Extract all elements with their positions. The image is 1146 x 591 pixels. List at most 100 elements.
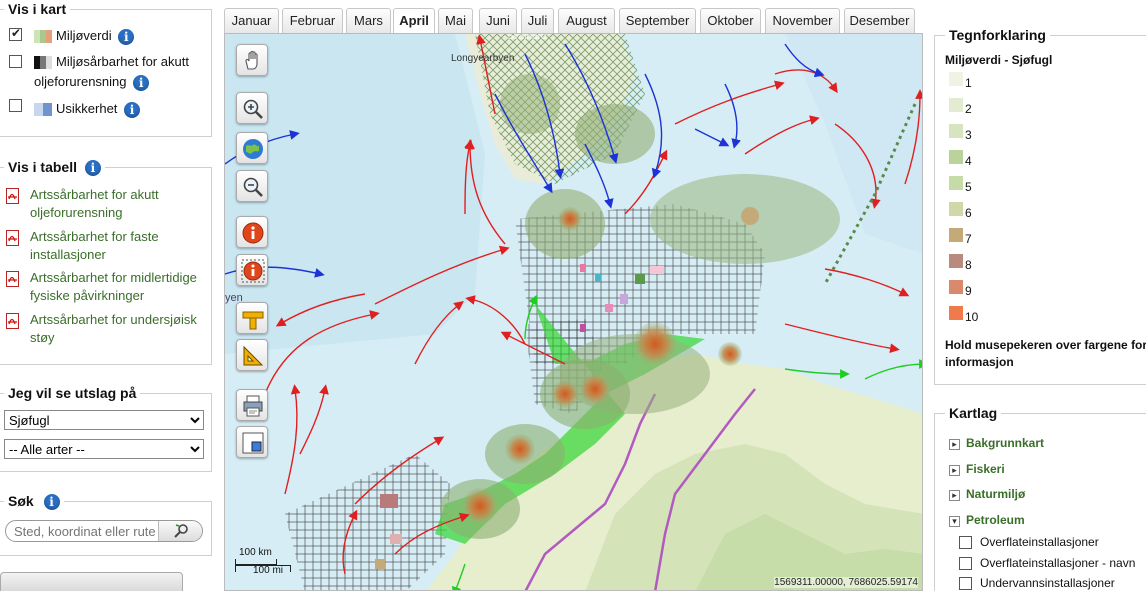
value-area bbox=[575, 104, 655, 164]
usikkerhet-checkbox[interactable] bbox=[9, 99, 22, 112]
info-icon bbox=[242, 222, 264, 244]
printer-icon bbox=[243, 395, 263, 417]
ruler-icon bbox=[242, 311, 264, 330]
tab-oktober[interactable]: Oktober bbox=[700, 8, 761, 33]
bottom-button[interactable] bbox=[0, 572, 183, 591]
kartlag-group-label: Fiskeri bbox=[966, 462, 1005, 476]
expand-icon: ▸ bbox=[949, 439, 960, 450]
tab-desember[interactable]: Desember bbox=[844, 8, 915, 33]
tab-april[interactable]: April bbox=[393, 8, 435, 34]
sok-title-text: Søk bbox=[8, 493, 34, 509]
kartlag-group-naturmiljo[interactable]: ▸ Naturmiljø bbox=[949, 487, 1025, 501]
species-group-select[interactable]: Sjøfugl bbox=[4, 410, 204, 430]
hand-icon bbox=[245, 50, 258, 70]
measure-distance-tool[interactable] bbox=[236, 302, 268, 334]
zoom-out-icon bbox=[243, 177, 263, 197]
pdf-link-midlertidige[interactable]: Artssårbarhet for midlertidige fysiske p… bbox=[6, 269, 206, 305]
legend-swatch[interactable] bbox=[949, 176, 963, 190]
pan-tool[interactable] bbox=[236, 44, 268, 76]
usikkerhet-label: Usikkerhet bbox=[56, 101, 118, 116]
vis-i-kart-panel: Vis i kart Miljøverdi i Miljøsårbarhet f… bbox=[0, 1, 212, 137]
overview-map-tool[interactable] bbox=[236, 426, 268, 458]
layer-overflateinstallasjoner-navn[interactable]: Overflateinstallasjoner - navn bbox=[959, 556, 1136, 571]
info-icon[interactable]: i bbox=[84, 160, 101, 177]
info-icon[interactable]: i bbox=[124, 101, 141, 118]
layer-undervannsinstallasjoner[interactable]: Undervannsinstallasjoner bbox=[959, 576, 1115, 591]
usikkerhet-row: Usikkerhet i bbox=[34, 99, 141, 119]
tab-januar[interactable]: Januar bbox=[224, 8, 279, 33]
hotspot bbox=[558, 207, 582, 231]
pdf-link-faste[interactable]: Artssårbarhet for faste installasjoner bbox=[6, 228, 206, 264]
cell bbox=[595, 274, 601, 282]
measure-area-tool[interactable] bbox=[236, 339, 268, 371]
kartlag-group-label: Petroleum bbox=[966, 513, 1025, 527]
miljosarbarhet-row: Miljøsårbarhet for akutt oljeforurensnin… bbox=[34, 52, 206, 92]
legend-label: 4 bbox=[965, 154, 972, 168]
cell bbox=[380, 494, 398, 508]
search-button[interactable] bbox=[158, 521, 202, 541]
legend-swatch[interactable] bbox=[949, 306, 963, 320]
identify-tool[interactable] bbox=[236, 216, 268, 248]
tab-februar[interactable]: Februar bbox=[282, 8, 343, 33]
search-icon bbox=[173, 524, 188, 538]
legend-swatch[interactable] bbox=[949, 280, 963, 294]
print-tool[interactable] bbox=[236, 389, 268, 421]
layer-checkbox[interactable] bbox=[959, 557, 972, 571]
kartlag-group-petroleum[interactable]: ▾ Petroleum bbox=[949, 513, 1025, 527]
info-icon[interactable]: i bbox=[118, 28, 135, 45]
tab-juni[interactable]: Juni bbox=[479, 8, 517, 33]
layer-checkbox[interactable] bbox=[959, 577, 972, 591]
tab-juli[interactable]: Juli bbox=[521, 8, 554, 33]
legend-swatch[interactable] bbox=[949, 98, 963, 112]
pdf-link-akutt[interactable]: Artssårbarhet for akutt oljeforurensning bbox=[6, 186, 206, 222]
kartlag-group-fiskeri[interactable]: ▸ Fiskeri bbox=[949, 462, 1005, 476]
tab-mars[interactable]: Mars bbox=[346, 8, 391, 33]
layer-overflateinstallasjoner[interactable]: Overflateinstallasjoner bbox=[959, 535, 1099, 550]
place-label-longyearbyen: Longyearbyen bbox=[451, 53, 515, 64]
legend-swatch[interactable] bbox=[949, 254, 963, 268]
map-view[interactable]: Svalbard Longyearbyen yen 100 km 100 mi … bbox=[224, 33, 923, 591]
search-input[interactable] bbox=[14, 523, 164, 539]
identify-area-tool[interactable] bbox=[236, 254, 268, 286]
tab-november[interactable]: November bbox=[765, 8, 840, 33]
layer-checkbox[interactable] bbox=[959, 536, 972, 550]
cell bbox=[650, 266, 664, 274]
zoom-in-tool[interactable] bbox=[236, 92, 268, 124]
expand-icon: ▸ bbox=[949, 490, 960, 501]
miljoverdi-checkbox[interactable] bbox=[9, 26, 22, 41]
species-select[interactable]: -- Alle arter -- bbox=[4, 439, 204, 459]
map-canvas[interactable] bbox=[225, 34, 923, 591]
legend-label: 8 bbox=[965, 258, 972, 272]
pdf-link-stoy[interactable]: Artssårbarhet for undersjøisk støy bbox=[6, 311, 206, 347]
legend-label: 6 bbox=[965, 206, 972, 220]
info-icon[interactable]: i bbox=[43, 494, 60, 511]
miljosarbarhet-checkbox[interactable] bbox=[9, 55, 22, 68]
layer-label: Overflateinstallasjoner - navn bbox=[980, 556, 1136, 570]
legend-swatch[interactable] bbox=[949, 202, 963, 216]
vis-i-tabell-title: Vis i tabell i bbox=[4, 159, 105, 177]
kartlag-panel: Kartlag ▸ Bakgrunnkart ▸ Fiskeri ▸ Naturmil… bbox=[934, 405, 1146, 591]
coordinate-readout: 1569311.00000, 7686025.59174 bbox=[774, 577, 918, 588]
legend-hint: Hold musepekeren over fargene for inform… bbox=[945, 338, 1146, 369]
tab-september[interactable]: September bbox=[619, 8, 696, 33]
legend-swatch[interactable] bbox=[949, 124, 963, 138]
utslag-title: Jeg vil se utslag på bbox=[4, 385, 141, 401]
full-extent-tool[interactable] bbox=[236, 132, 268, 164]
pdf-icon bbox=[6, 313, 19, 329]
pdf-icon bbox=[6, 230, 19, 246]
kartlag-group-bakgrunnkart[interactable]: ▸ Bakgrunnkart bbox=[949, 436, 1044, 450]
hotspot bbox=[579, 373, 611, 405]
legend-swatch[interactable] bbox=[949, 228, 963, 242]
info-icon[interactable]: i bbox=[133, 74, 150, 91]
legend-swatch[interactable] bbox=[949, 72, 963, 86]
zoom-out-tool[interactable] bbox=[236, 170, 268, 202]
vis-i-tabell-title-text: Vis i tabell bbox=[8, 159, 77, 175]
legend-label: 1 bbox=[965, 76, 972, 90]
legend-swatch[interactable] bbox=[949, 150, 963, 164]
tab-mai[interactable]: Mai bbox=[438, 8, 473, 33]
tab-august[interactable]: August bbox=[558, 8, 615, 33]
hotspot bbox=[462, 488, 498, 524]
legend-label: 7 bbox=[965, 232, 972, 246]
hotspot bbox=[718, 342, 742, 366]
collapse-icon: ▾ bbox=[949, 516, 960, 527]
